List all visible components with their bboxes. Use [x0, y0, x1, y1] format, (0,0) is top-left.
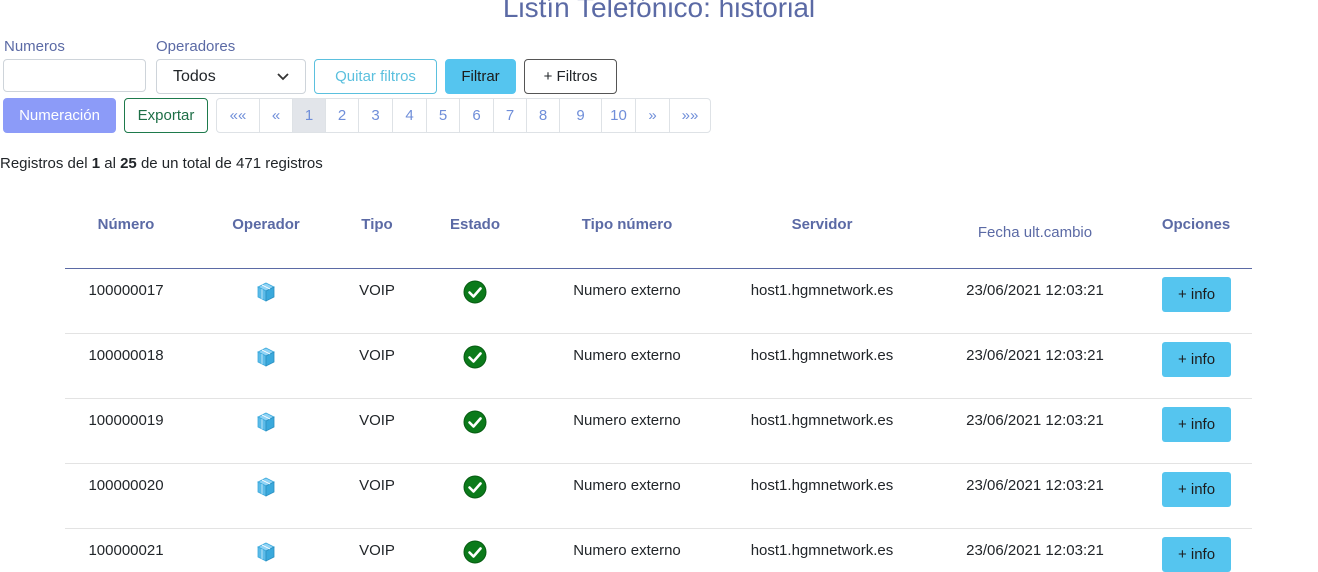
page-link[interactable]: 7 [493, 99, 526, 132]
row-divider [65, 333, 1252, 334]
more-info-button[interactable]: + info [1162, 342, 1231, 377]
page-link[interactable]: 10 [601, 99, 635, 132]
cell-fecha: 23/06/2021 12:03:21 [966, 477, 1104, 494]
cell-tipo: VOIP [359, 282, 395, 299]
page-link[interactable]: 4 [392, 99, 426, 132]
cube-icon [256, 542, 276, 562]
column-header-operador[interactable]: Operador [206, 216, 326, 233]
check-circle-icon [463, 345, 487, 369]
more-info-button[interactable]: + info [1162, 277, 1231, 312]
export-button[interactable]: Exportar [124, 98, 208, 133]
page-link[interactable]: 8 [526, 99, 559, 132]
cell-fecha: 23/06/2021 12:03:21 [966, 412, 1104, 429]
cell-tipo-numero: Numero externo [573, 542, 681, 559]
cube-icon [256, 347, 276, 367]
records-to: 25 [120, 155, 137, 172]
column-header-tipo-numero[interactable]: Tipo número [552, 216, 702, 233]
row-divider [65, 398, 1252, 399]
check-circle-icon [463, 540, 487, 564]
column-header-fecha[interactable]: Fecha ult.cambio [955, 224, 1115, 241]
cell-numero: 100000020 [88, 477, 164, 494]
page-link[interactable]: 9 [559, 99, 601, 132]
cell-numero: 100000019 [88, 412, 164, 429]
row-divider [65, 463, 1252, 464]
page-link[interactable]: 1 [292, 99, 325, 132]
page-link[interactable]: 3 [358, 99, 392, 132]
page-link[interactable]: 6 [459, 99, 493, 132]
cell-servidor: host1.hgmnetwork.es [750, 347, 894, 364]
cell-tipo-numero: Numero externo [573, 347, 681, 364]
numeracion-button[interactable]: Numeración [3, 98, 116, 133]
cell-tipo-numero: Numero externo [573, 412, 681, 429]
cube-icon [256, 282, 276, 302]
records-prefix: Registros del [0, 155, 88, 172]
more-info-button[interactable]: + info [1162, 407, 1231, 442]
column-header-estado[interactable]: Estado [425, 216, 525, 233]
page-link[interactable]: 5 [426, 99, 459, 132]
cell-tipo: VOIP [359, 412, 395, 429]
cube-icon [256, 412, 276, 432]
chevron-down-icon [277, 72, 289, 80]
cell-fecha: 23/06/2021 12:03:21 [966, 282, 1104, 299]
cell-tipo: VOIP [359, 347, 395, 364]
page-title: Listín Telefónico: historial [502, 0, 816, 23]
check-circle-icon [463, 475, 487, 499]
column-header-servidor[interactable]: Servidor [742, 216, 902, 233]
page-link[interactable]: 2 [325, 99, 358, 132]
cell-servidor: host1.hgmnetwork.es [750, 477, 894, 494]
cell-tipo-numero: Numero externo [573, 477, 681, 494]
records-info: Registros del 1 al 25 de un total de 471… [0, 155, 323, 172]
filter-button[interactable]: Filtrar [445, 59, 516, 94]
more-info-button[interactable]: + info [1162, 472, 1231, 507]
clear-filters-button[interactable]: Quitar filtros [314, 59, 437, 94]
column-header-numero[interactable]: Número [66, 216, 186, 233]
check-circle-icon [463, 280, 487, 304]
operadores-select[interactable]: Todos [156, 59, 306, 94]
numeros-input[interactable] [3, 59, 146, 92]
cell-tipo-numero: Numero externo [573, 282, 681, 299]
cell-tipo: VOIP [359, 542, 395, 559]
cell-numero: 100000018 [88, 347, 164, 364]
cell-servidor: host1.hgmnetwork.es [750, 542, 894, 559]
cell-servidor: host1.hgmnetwork.es [750, 282, 894, 299]
more-info-button[interactable]: + info [1162, 537, 1231, 572]
numeros-label: Numeros [4, 38, 65, 55]
page-link[interactable]: « [259, 99, 292, 132]
page-link[interactable]: «« [217, 99, 259, 132]
page-link[interactable]: » [635, 99, 669, 132]
operadores-label: Operadores [156, 38, 236, 55]
more-filters-button[interactable]: + Filtros [524, 59, 617, 94]
records-mid: al [104, 155, 116, 172]
check-circle-icon [463, 410, 487, 434]
table-header-divider [65, 268, 1252, 269]
records-from: 1 [91, 155, 101, 172]
cell-fecha: 23/06/2021 12:03:21 [966, 347, 1104, 364]
cell-servidor: host1.hgmnetwork.es [750, 412, 894, 429]
operadores-selected-value: Todos [173, 67, 216, 85]
cell-tipo: VOIP [359, 477, 395, 494]
cell-fecha: 23/06/2021 12:03:21 [966, 542, 1104, 559]
column-header-tipo[interactable]: Tipo [337, 216, 417, 233]
row-divider [65, 528, 1252, 529]
cell-numero: 100000021 [88, 542, 164, 559]
column-header-opciones: Opciones [1161, 216, 1231, 233]
cube-icon [256, 477, 276, 497]
cell-numero: 100000017 [88, 282, 164, 299]
records-suffix: de un total de 471 registros [140, 155, 323, 172]
pagination: «« «1 2 3 4 5 6 7 8 9 10»»» [216, 98, 711, 133]
page-link[interactable]: »» [669, 99, 710, 132]
